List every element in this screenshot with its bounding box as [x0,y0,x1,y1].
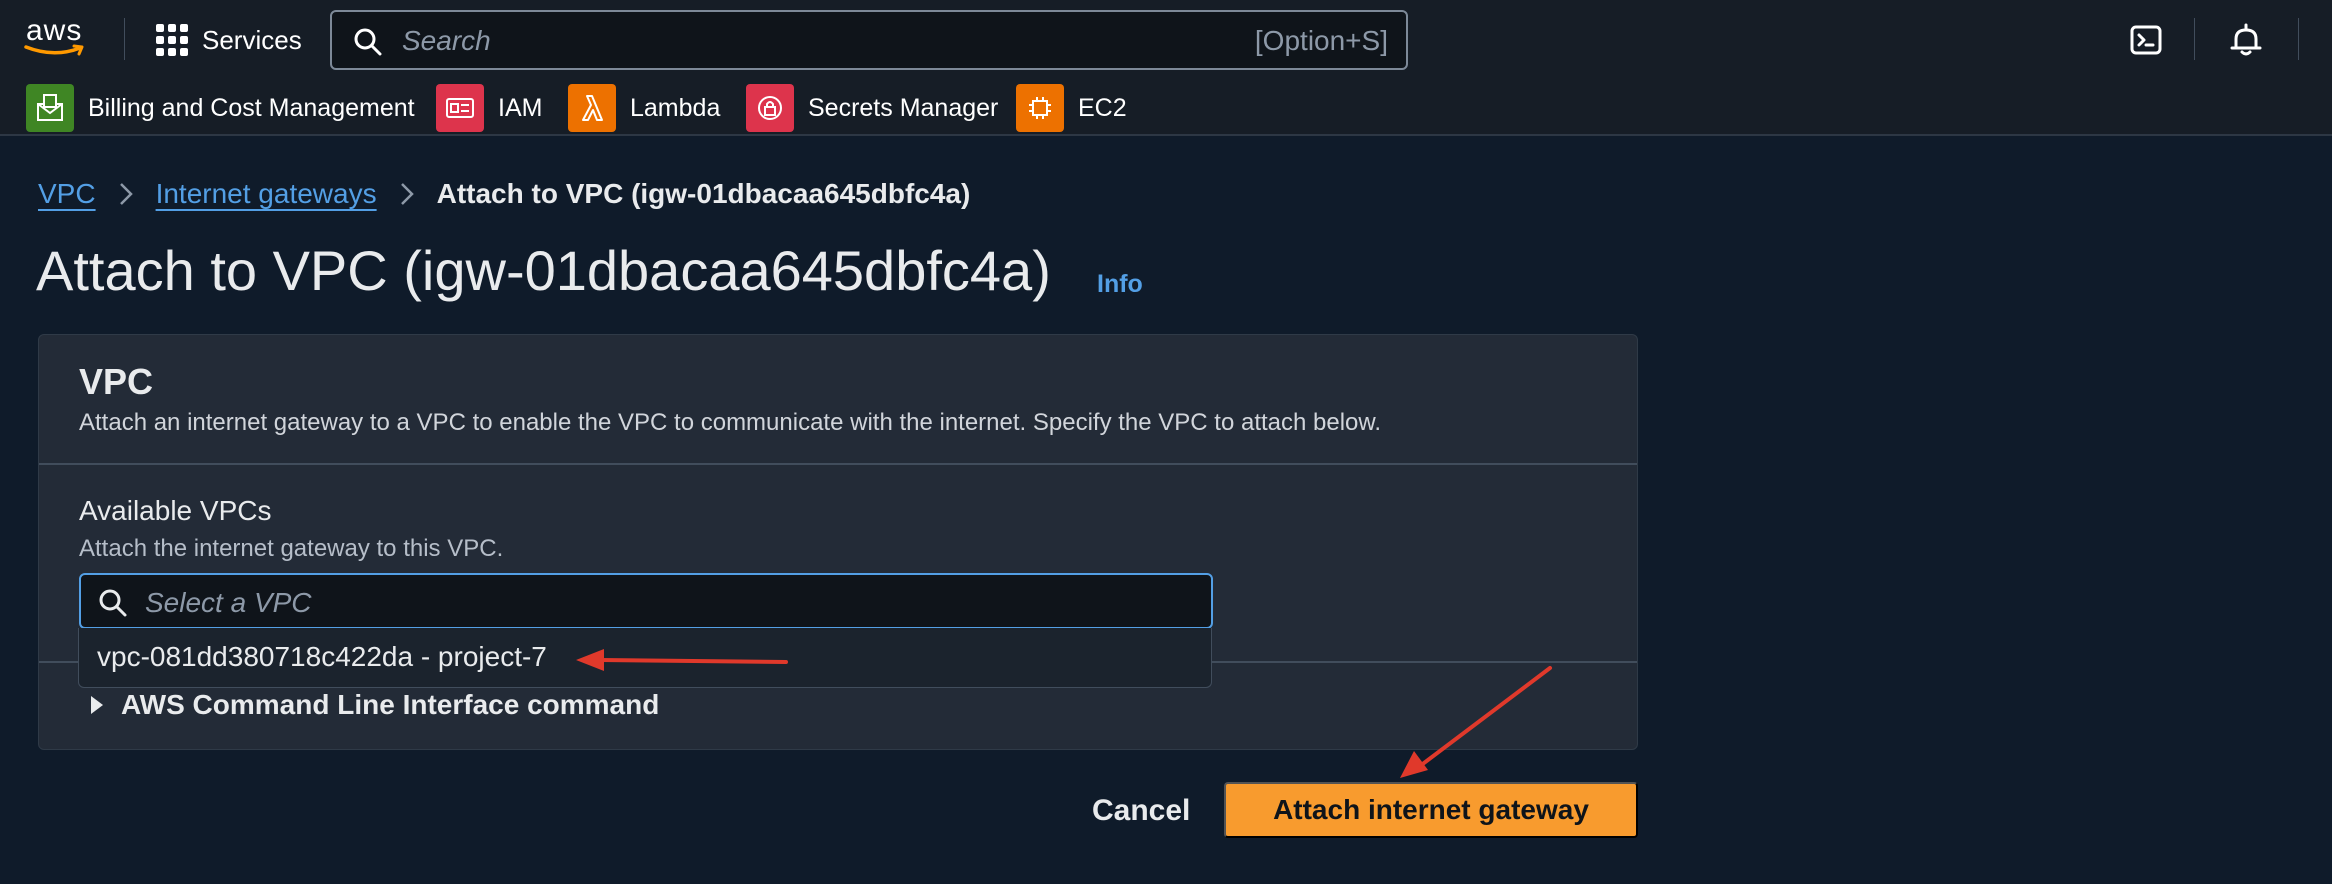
cli-command-expander[interactable]: AWS Command Line Interface command [89,687,659,723]
chevron-right-icon [108,174,144,214]
breadcrumb-current: Attach to VPC (igw-01dbacaa645dbfc4a) [436,178,971,209]
favorite-label: Secrets Manager [808,93,999,122]
favorite-billing[interactable]: Billing and Cost Management [26,84,415,132]
secrets-manager-icon [746,84,794,132]
search-placeholder: Search [402,25,491,56]
page-title: Attach to VPC (igw-01dbacaa645dbfc4a) [36,239,1051,302]
favorites-bar: Billing and Cost Management IAM Lambda S… [0,80,2332,136]
caret-right-icon [91,696,103,714]
favorite-ec2[interactable]: EC2 [1016,84,1127,132]
ec2-icon [1016,84,1064,132]
aws-smile-icon [24,44,84,56]
favorite-lambda[interactable]: Lambda [568,84,720,132]
favorite-iam[interactable]: IAM [436,84,542,132]
iam-icon [436,84,484,132]
breadcrumb-link-vpc[interactable]: VPC [38,178,96,210]
vpc-options-dropdown: vpc-081dd380718c422da - project-7 [78,628,1212,688]
nav-divider [2194,18,2195,60]
panel-title: VPC [79,361,154,402]
favorite-label: IAM [498,93,543,122]
vpc-select-placeholder: Select a VPC [145,587,312,618]
vpc-option[interactable]: vpc-081dd380718c422da - project-7 [97,641,547,673]
nav-divider [2298,18,2299,60]
billing-icon [26,84,74,132]
nav-divider [124,18,125,60]
breadcrumb: VPC Internet gateways Attach to VPC (igw… [38,174,970,214]
aws-logo-text: aws [26,14,83,47]
search-icon [354,28,382,56]
services-menu-button[interactable]: Services [156,20,302,60]
favorite-label: Billing and Cost Management [88,93,415,122]
vpc-select-input[interactable]: Select a VPC [79,573,1213,629]
search-icon [99,589,127,617]
lambda-icon [568,84,616,132]
services-label: Services [202,24,302,55]
global-search-input[interactable]: Search [Option+S] [330,10,1408,70]
top-navigation-bar: aws Services Search [Option+S] [0,0,2332,80]
apps-grid-icon [156,24,188,56]
available-vpcs-description: Attach the internet gateway to this VPC. [79,535,504,562]
cli-command-label: AWS Command Line Interface command [121,689,660,720]
notifications-bell-icon[interactable] [2226,20,2266,60]
panel-description: Attach an internet gateway to a VPC to e… [79,409,1382,436]
search-shortcut-hint: [Option+S] [1254,25,1388,56]
chevron-right-icon [389,174,425,214]
cancel-button[interactable]: Cancel [1092,794,1190,828]
breadcrumb-link-internet-gateways[interactable]: Internet gateways [156,178,377,210]
panel-header: VPC Attach an internet gateway to a VPC … [39,335,1637,465]
favorite-secrets-manager[interactable]: Secrets Manager [746,84,998,132]
favorite-label: Lambda [630,93,721,122]
available-vpcs-label: Available VPCs [79,495,272,526]
aws-logo[interactable]: aws [24,14,90,58]
attach-internet-gateway-button[interactable]: Attach internet gateway [1224,782,1638,838]
cloudshell-icon[interactable] [2126,20,2166,60]
info-link[interactable]: Info [1097,270,1143,299]
favorite-label: EC2 [1078,93,1127,122]
